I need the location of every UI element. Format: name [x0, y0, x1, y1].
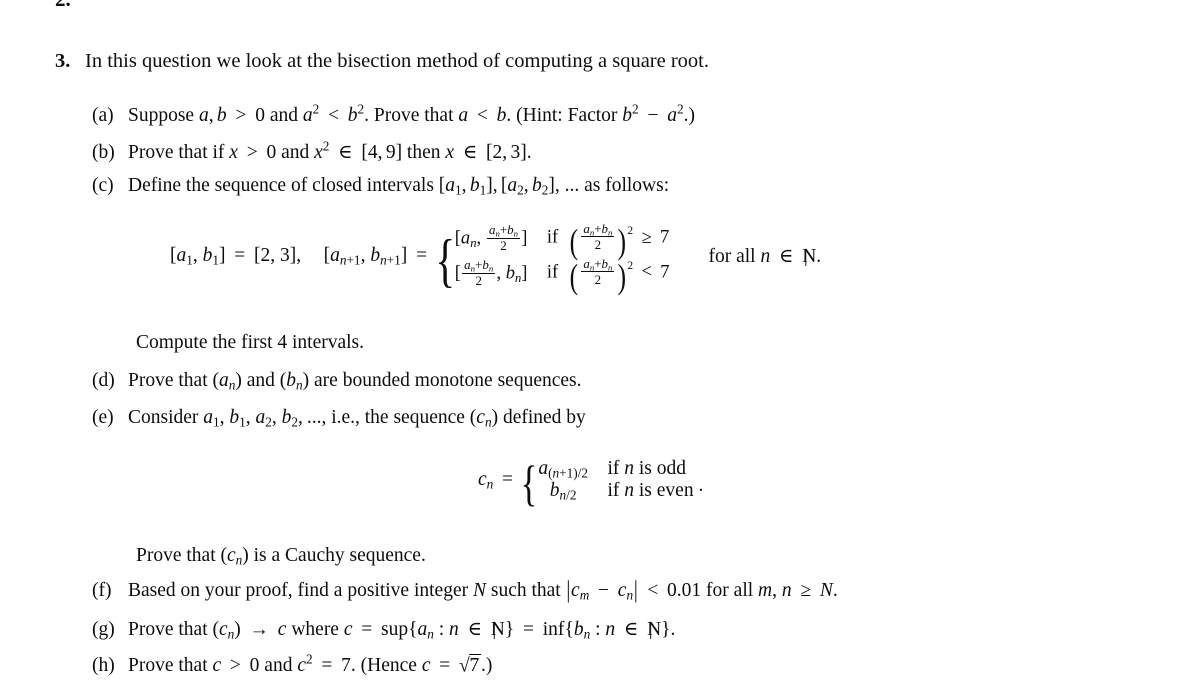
equation-quantifier: for all n ∈ N.	[709, 244, 822, 268]
item-f-text: Based on your proof, find a positive int…	[128, 577, 838, 604]
case-upper-interval: [an, an+bn 2]	[454, 222, 528, 254]
equation-cn-definition: cn ={a(n+1)/2 if n is odd bn/2 if n is even…	[478, 455, 704, 511]
equation-interval-recursion: [a1, b1] = [2, 3], [an+1, bn+1] = {[an, an…	[170, 221, 822, 296]
cases-brace: {	[435, 226, 456, 293]
item-e-text: Consider a1, b1, a2, b2,..., i.e., the s…	[128, 407, 586, 430]
cn-odd-value: a(n+1)/2	[538, 458, 588, 481]
cases-grid: [an, an+bn 2] if(an+bn 2) 2 ≥ 7 [an+bn 2, bn] i…	[454, 221, 670, 296]
item-g-tag: (g)	[92, 619, 115, 640]
item-e: (e) Consider a1, b1, a2, b2,..., i.e., th…	[92, 407, 1172, 429]
item-d-text: Prove that (an) and (bn) are bounded mon…	[128, 370, 582, 393]
item-b-text: Prove that if x > 0 and x2 ∈ [4, 9] then …	[128, 138, 532, 163]
item-h: (h) Prove that c > 0 and c2 = 7. (Hence c…	[92, 651, 1172, 677]
item-b-tag: (b)	[92, 142, 115, 163]
previous-item-number: 2.	[55, 0, 71, 12]
item-g-text: Prove that (cn) → c where c = sup{an : n…	[128, 619, 675, 641]
item-f: (f) Based on your proof, find a positive …	[92, 577, 1172, 604]
item-a: (a) Suppose a, b > 0 and a2 < b2. Prove th…	[92, 101, 1172, 127]
item-h-tag: (h)	[92, 655, 115, 677]
compute-intervals-line: Compute the first 4 intervals.	[136, 332, 365, 353]
question-3-row: 3. In this question we look at the bisect…	[55, 50, 1155, 73]
document-page: 2. 3. In this question we look at the bis…	[0, 0, 1200, 692]
prove-cauchy-line: Prove that (cn) is a Cauchy sequence.	[136, 545, 426, 568]
item-h-text: Prove that c > 0 and c2 = 7. (Hence c = …	[128, 651, 493, 677]
question-number: 3.	[55, 50, 71, 72]
item-b: (b) Prove that if x > 0 and x2 ∈ [4, 9] th…	[92, 138, 1172, 164]
case-lower-condition: if(an+bn 2) 2 < 7	[546, 255, 670, 296]
item-d: (d) Prove that (an) and (bn) are bounded …	[92, 370, 1172, 392]
item-d-tag: (d)	[92, 370, 115, 391]
item-a-tag: (a)	[92, 105, 114, 126]
item-c-tag: (c)	[92, 175, 114, 196]
item-e-tag: (e)	[92, 407, 114, 428]
case-lower-interval: [an+bn 2, bn]	[454, 257, 528, 289]
item-g: (g) Prove that (cn) → c where c = sup{an …	[92, 617, 1172, 641]
question-statement: In this question we look at the bisectio…	[85, 50, 709, 72]
equation-cn-lhs: cn =	[478, 468, 514, 492]
cn-cases-grid: a(n+1)/2 if n is odd bn/2 if n is even	[538, 458, 693, 502]
cn-cases-brace: {	[520, 455, 538, 511]
case-upper-condition: if(an+bn 2) 2 ≥ 7	[546, 221, 670, 262]
item-a-text: Suppose a, b > 0 and a2 < b2. Prove that …	[128, 101, 695, 126]
cn-even-value: bn/2	[549, 480, 577, 504]
item-f-tag: (f)	[92, 580, 112, 601]
cn-even-condition: if n is even	[607, 480, 694, 502]
cn-trailing-period: .	[698, 474, 704, 496]
cn-odd-condition: if n is odd	[607, 458, 687, 479]
equation-lhs: [a1, b1] = [2, 3], [an+1, bn+1] =	[170, 244, 428, 268]
item-c: (c) Define the sequence of closed interva…	[92, 175, 1172, 197]
item-c-text: Define the sequence of closed intervals …	[128, 175, 670, 198]
